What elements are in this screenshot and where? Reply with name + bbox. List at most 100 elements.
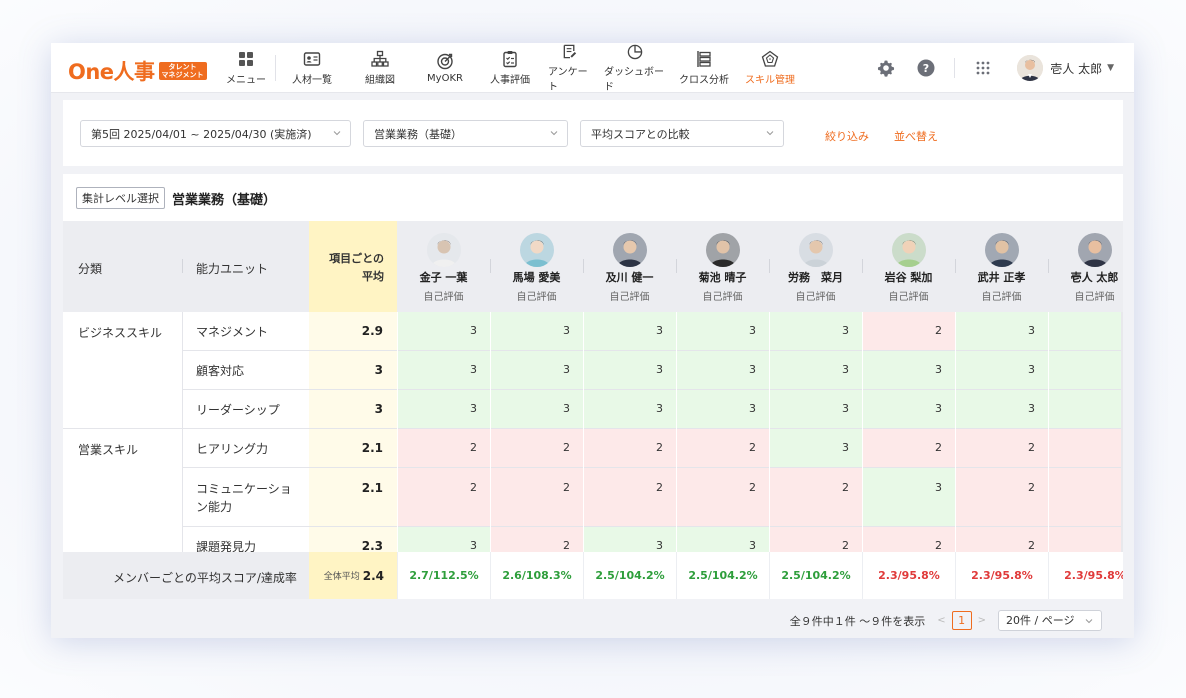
score-cell[interactable]: 3 xyxy=(397,312,490,350)
score-cell[interactable]: 3 xyxy=(769,312,862,350)
nav-menu[interactable]: メニュー xyxy=(217,43,275,93)
score-cell[interactable]: 3 xyxy=(490,351,583,389)
score-cell[interactable]: 3 xyxy=(955,390,1048,428)
help-button[interactable]: ? xyxy=(916,58,936,78)
gear-icon xyxy=(878,60,895,77)
chevron-down-icon xyxy=(766,131,774,136)
score-cell[interactable]: 2 xyxy=(1048,429,1123,467)
nav-survey[interactable]: アンケート xyxy=(542,43,598,93)
app-logo[interactable]: One人事 タレント マネジメント xyxy=(68,56,207,86)
member-header[interactable]: 岩谷 梨加 自己評価 xyxy=(862,221,955,312)
nav-myokr[interactable]: MyOKR xyxy=(412,43,478,93)
score-cell[interactable]: 3 xyxy=(397,351,490,389)
score-cell[interactable]: 2 xyxy=(1048,468,1123,526)
score-cell[interactable]: 3 xyxy=(397,527,490,552)
score-cell[interactable]: 2 xyxy=(862,527,955,552)
column-divider xyxy=(182,259,183,273)
score-cell[interactable]: 3 xyxy=(397,390,490,428)
score-cell[interactable]: 3 xyxy=(769,390,862,428)
score-cell[interactable]: 3 xyxy=(676,351,769,389)
member-header[interactable]: 労務 菜月 自己評価 xyxy=(769,221,862,312)
apps-button[interactable] xyxy=(973,58,993,78)
nav-label: 組織図 xyxy=(365,75,395,86)
settings-button[interactable] xyxy=(876,58,896,78)
member-header[interactable]: 菊池 晴子 自己評価 xyxy=(676,221,769,312)
score-cell[interactable]: 2 xyxy=(676,468,769,526)
nav-hr-evaluation[interactable]: 人事評価 xyxy=(478,43,542,93)
score-cell[interactable]: 3 xyxy=(955,351,1048,389)
filter-link[interactable]: 絞り込み xyxy=(825,128,869,144)
score-cell[interactable]: 2 xyxy=(955,527,1048,552)
cell-divider xyxy=(583,312,584,552)
nav-skill-management[interactable]: スキル管理 xyxy=(736,43,804,93)
nav-cross-analysis[interactable]: クロス分析 xyxy=(672,43,736,93)
user-name: 壱人 太郎 xyxy=(1050,61,1103,76)
score-cell[interactable]: 2 xyxy=(769,468,862,526)
score-cell[interactable]: 3 xyxy=(1048,312,1123,350)
aggregation-level-button[interactable]: 集計レベル選択 xyxy=(76,187,165,209)
skill-set-select-value: 営業業務（基礎） xyxy=(374,127,462,141)
score-cell[interactable]: 3 xyxy=(583,390,676,428)
overall-average-label: 全体平均 xyxy=(323,572,360,582)
score-cell[interactable]: 3 xyxy=(862,468,955,526)
score-cell[interactable]: 3 xyxy=(583,312,676,350)
skill-set-select[interactable]: 営業業務（基礎） xyxy=(363,120,568,147)
horizontal-scroll-edge[interactable] xyxy=(1121,312,1123,552)
score-cell[interactable]: 2 xyxy=(1048,527,1123,552)
score-cell[interactable]: 3 xyxy=(862,351,955,389)
user-menu[interactable]: 壱人 太郎 ▼ xyxy=(1017,55,1114,81)
sort-link[interactable]: 並べ替え xyxy=(894,128,938,144)
item-average-cell: 2.1 xyxy=(309,468,397,527)
member-avatar xyxy=(705,233,740,267)
score-cell[interactable]: 3 xyxy=(955,312,1048,350)
score-cell[interactable]: 3 xyxy=(1048,351,1123,389)
score-cell[interactable]: 3 xyxy=(676,390,769,428)
nav-label: メニュー xyxy=(226,75,266,86)
member-header[interactable]: 金子 一葉 自己評価 xyxy=(397,221,490,312)
column-divider xyxy=(955,259,956,273)
cell-divider xyxy=(955,312,956,552)
score-cell[interactable]: 2 xyxy=(955,468,1048,526)
score-cell[interactable]: 2 xyxy=(397,468,490,526)
score-cell[interactable]: 3 xyxy=(490,312,583,350)
score-cell[interactable]: 3 xyxy=(676,312,769,350)
evaluation-type: 自己評価 xyxy=(1074,292,1115,303)
score-cell[interactable]: 3 xyxy=(676,527,769,552)
unit-cell: マネジメント xyxy=(196,325,269,339)
score-cell[interactable]: 3 xyxy=(583,351,676,389)
score-cell[interactable]: 3 xyxy=(769,429,862,467)
score-cell[interactable]: 2 xyxy=(676,429,769,467)
page-number-current[interactable]: 1 xyxy=(951,611,972,630)
score-cell[interactable]: 2 xyxy=(490,527,583,552)
member-header[interactable]: 壱人 太郎 自己評価 xyxy=(1048,221,1123,312)
next-page-icon[interactable]: > xyxy=(978,615,986,626)
logo-badge: タレント マネジメント xyxy=(158,62,207,80)
score-cell[interactable]: 2 xyxy=(955,429,1048,467)
score-cell[interactable]: 2 xyxy=(862,312,955,350)
score-cell[interactable]: 2 xyxy=(583,468,676,526)
score-cell[interactable]: 2 xyxy=(397,429,490,467)
score-cell[interactable]: 3 xyxy=(1048,390,1123,428)
score-cell[interactable]: 3 xyxy=(490,390,583,428)
period-select[interactable]: 第5回 2025/04/01 ~ 2025/04/30 (実施済) xyxy=(80,120,351,147)
unit-cell: 顧客対応 xyxy=(196,364,245,378)
nav-org-chart[interactable]: 組織図 xyxy=(348,43,412,93)
item-average-cell: 2.9 xyxy=(309,312,397,351)
score-cell[interactable]: 2 xyxy=(769,527,862,552)
prev-page-icon[interactable]: < xyxy=(937,615,945,626)
page-size-select[interactable]: 20件 / ページ xyxy=(998,610,1102,631)
score-cell[interactable]: 2 xyxy=(862,429,955,467)
nav-dashboard[interactable]: ダッシュボード xyxy=(598,43,672,93)
member-header[interactable]: 及川 健一 自己評価 xyxy=(583,221,676,312)
member-header[interactable]: 武井 正孝 自己評価 xyxy=(955,221,1048,312)
score-cell[interactable]: 2 xyxy=(583,429,676,467)
score-cell[interactable]: 2 xyxy=(490,429,583,467)
member-header[interactable]: 馬場 愛美 自己評価 xyxy=(490,221,583,312)
score-cell[interactable]: 2 xyxy=(490,468,583,526)
compare-select[interactable]: 平均スコアとの比較 xyxy=(580,120,784,147)
nav-talent-list[interactable]: 人材一覧 xyxy=(276,43,348,93)
score-cell[interactable]: 3 xyxy=(583,527,676,552)
score-cell[interactable]: 3 xyxy=(769,351,862,389)
score-cell[interactable]: 3 xyxy=(862,390,955,428)
cell-divider xyxy=(862,312,863,552)
